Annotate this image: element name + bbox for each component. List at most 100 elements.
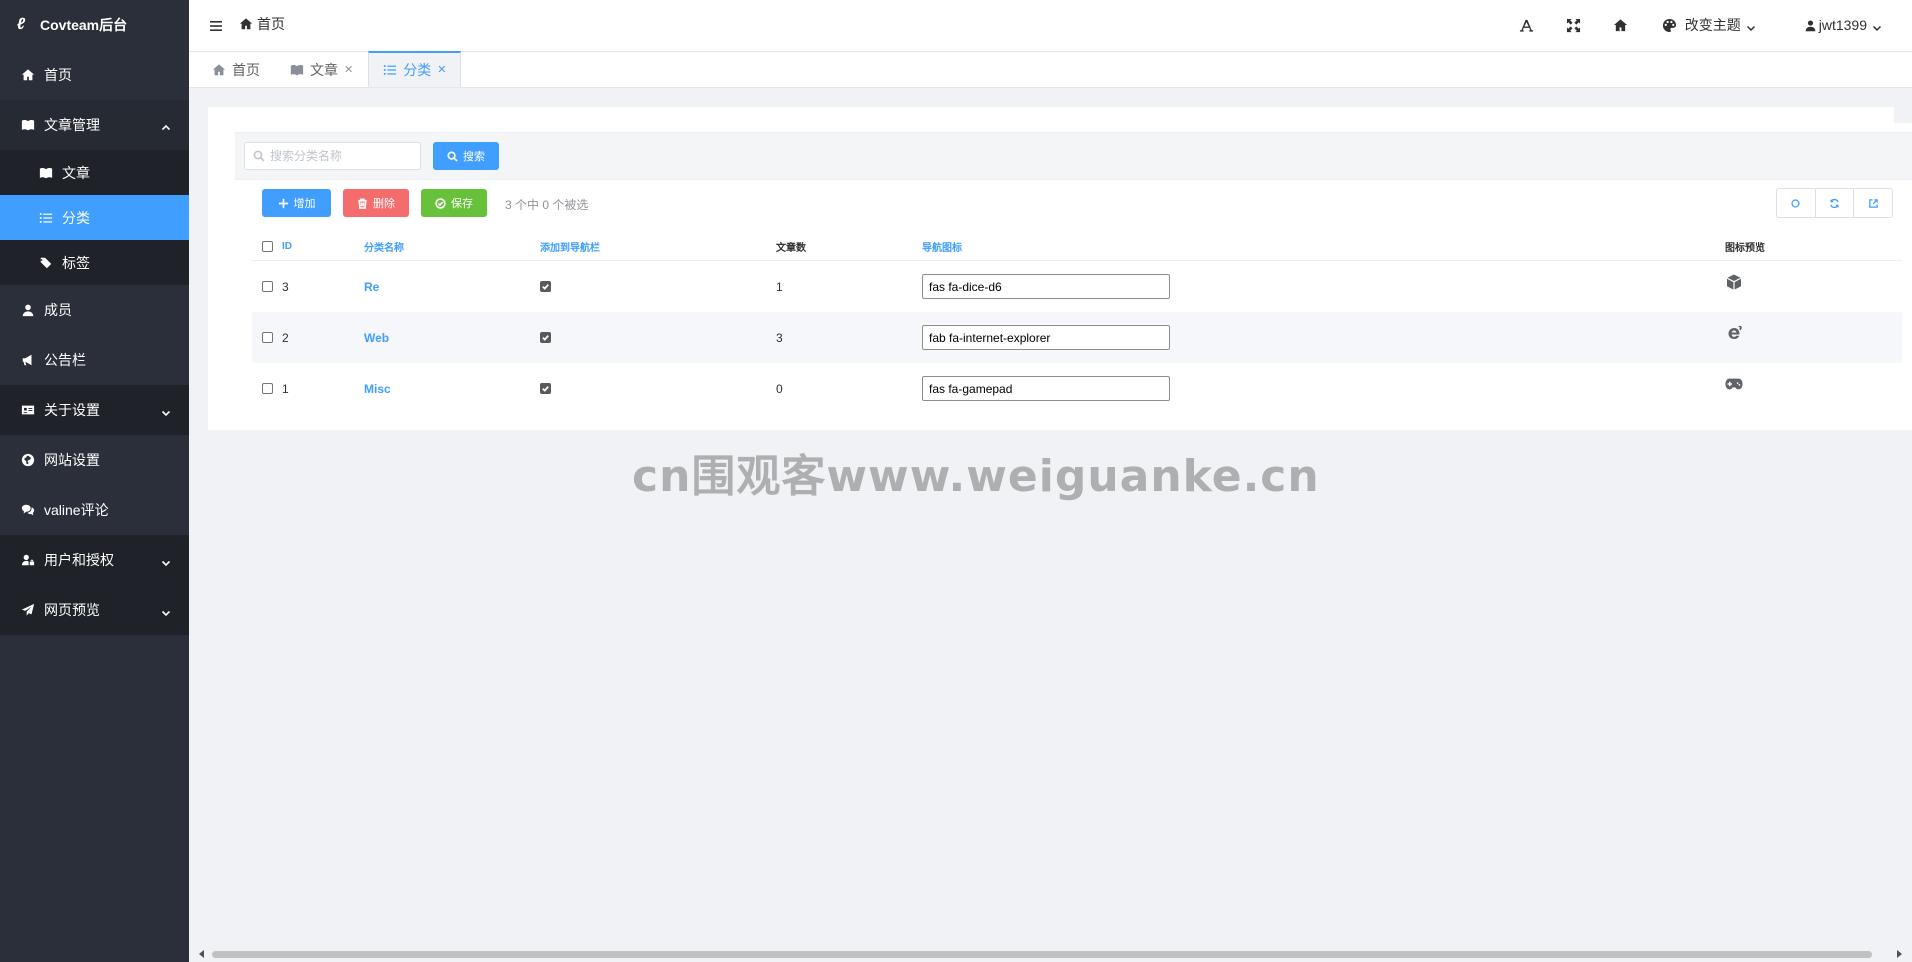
panel-edge	[1894, 107, 1912, 123]
breadcrumb-home: 首页	[257, 15, 285, 32]
delete-button-label: 删除	[373, 198, 395, 210]
column-id[interactable]: ID	[282, 241, 364, 252]
username: jwt1399	[1818, 17, 1867, 33]
toggle-search-button[interactable]	[1777, 189, 1816, 217]
sidebar-item-valine-comments[interactable]: valine评论	[0, 485, 189, 535]
add-to-nav-checkbox[interactable]	[540, 382, 551, 394]
nav-icon-input[interactable]	[922, 376, 1170, 401]
row-article-count: 3	[776, 330, 783, 345]
add-button[interactable]: 增加	[262, 189, 331, 217]
row-checkbox[interactable]	[262, 332, 273, 343]
chevron-down-icon	[161, 405, 171, 417]
row-name-link[interactable]: Misc	[364, 382, 391, 396]
row-id: 1	[282, 381, 289, 396]
save-button[interactable]: 保存	[421, 189, 487, 217]
app-logo[interactable]: ℓ Covteam后台	[0, 0, 189, 50]
sidebar-item-web-preview[interactable]: 网页预览	[0, 585, 189, 635]
search-icon	[1791, 198, 1800, 208]
refresh-button[interactable]	[1816, 189, 1855, 217]
sidebar-item-label: 网页预览	[44, 602, 100, 618]
plus-icon	[278, 198, 288, 208]
theme-label: 改变主题	[1684, 17, 1741, 33]
row-checkbox[interactable]	[262, 383, 273, 394]
select-all-checkbox[interactable]	[262, 241, 273, 252]
gamepad-icon	[1725, 375, 1743, 393]
export-button[interactable]	[1854, 189, 1892, 217]
header-tools: 改变主题 jwt1399	[1503, 0, 1912, 50]
covteam-logo-icon: ℓ	[16, 16, 26, 33]
delete-button[interactable]: 删除	[343, 189, 409, 217]
sidebar-item-label: 标签	[62, 254, 90, 271]
sidebar-item-members[interactable]: 成员	[0, 285, 189, 335]
chevron-down-icon	[161, 605, 171, 617]
close-icon[interactable]: ✕	[437, 63, 446, 76]
tab-categories[interactable]: 分类 ✕	[368, 51, 462, 87]
sidebar-item-categories[interactable]: 分类	[0, 195, 189, 240]
user-dropdown[interactable]: jwt1399	[1804, 17, 1882, 33]
search-icon	[253, 150, 265, 162]
search-button[interactable]: 搜索	[433, 142, 499, 170]
sidebar: ℓ Covteam后台 首页 文章管理 文章 分类 标签 成员 公告栏 关于设置…	[0, 0, 189, 962]
chevron-down-icon	[1746, 20, 1756, 32]
tab-label: 文章	[310, 61, 338, 78]
nav-icon-input[interactable]	[922, 325, 1170, 350]
sidebar-item-label: 首页	[44, 67, 72, 83]
font-size-button[interactable]	[1503, 18, 1550, 33]
add-button-label: 增加	[293, 198, 316, 210]
refresh-icon	[1830, 198, 1839, 208]
sidebar-item-articles[interactable]: 文章	[0, 150, 189, 195]
book-icon	[20, 117, 36, 133]
row-article-count: 0	[776, 381, 783, 396]
sidebar-item-home[interactable]: 首页	[0, 50, 189, 100]
tags-icon	[38, 255, 54, 271]
sidebar-item-users-and-auth[interactable]: 用户和授权	[0, 535, 189, 585]
home-icon	[1613, 18, 1627, 31]
hamburger-menu-icon[interactable]	[209, 19, 223, 33]
dice-icon	[1725, 273, 1743, 291]
app-title: Covteam后台	[40, 17, 128, 33]
column-nav-icon[interactable]: 导航图标	[922, 239, 1725, 254]
row-name-link[interactable]: Re	[364, 280, 379, 294]
column-icon-preview: 图标预览	[1725, 243, 1765, 254]
nav-icon-input[interactable]	[922, 274, 1170, 299]
sidebar-item-label: 公告栏	[44, 352, 86, 368]
theme-dropdown[interactable]: 改变主题	[1662, 15, 1756, 35]
sidebar-item-tags[interactable]: 标签	[0, 240, 189, 285]
chevron-down-icon	[161, 555, 171, 567]
home-button[interactable]	[1597, 18, 1644, 33]
chevron-down-icon	[1872, 20, 1882, 32]
tab-articles[interactable]: 文章 ✕	[275, 51, 368, 87]
add-to-nav-checkbox[interactable]	[540, 280, 551, 292]
row-checkbox[interactable]	[262, 281, 273, 292]
chevron-up-icon	[161, 120, 171, 131]
table-header: ID 分类名称 添加到导航栏 文章数 导航图标 图标预览	[252, 233, 1902, 261]
close-icon[interactable]: ✕	[344, 63, 353, 76]
sidebar-item-site-settings[interactable]: 网站设置	[0, 435, 189, 485]
sidebar-item-about-settings[interactable]: 关于设置	[0, 385, 189, 435]
trash-icon	[358, 198, 367, 209]
font-icon	[1519, 19, 1533, 32]
row-id: 3	[282, 279, 289, 294]
column-add-to-nav[interactable]: 添加到导航栏	[540, 239, 776, 254]
tab-home[interactable]: 首页	[197, 51, 275, 87]
search-field[interactable]	[270, 149, 410, 163]
tabs-bar: 首页 文章 ✕ 分类 ✕	[189, 51, 1912, 88]
scrollbar-thumb[interactable]	[212, 951, 1872, 958]
scroll-right-arrow[interactable]	[1897, 950, 1902, 958]
column-article-count: 文章数	[776, 243, 806, 254]
row-id: 2	[282, 330, 289, 345]
horizontal-scrollbar[interactable]	[196, 948, 1904, 960]
table-tools	[1776, 188, 1893, 218]
row-name-link[interactable]: Web	[364, 331, 389, 345]
sidebar-item-article-management[interactable]: 文章管理	[0, 100, 189, 150]
breadcrumb[interactable]: 首页	[239, 14, 285, 34]
sidebar-item-label: 文章管理	[44, 117, 100, 133]
scroll-left-arrow[interactable]	[199, 950, 204, 958]
sidebar-item-bulletin[interactable]: 公告栏	[0, 335, 189, 385]
add-to-nav-checkbox[interactable]	[540, 331, 551, 343]
search-input[interactable]	[244, 142, 421, 170]
expand-icon	[1566, 18, 1580, 32]
column-name[interactable]: 分类名称	[364, 239, 540, 254]
fullscreen-button[interactable]	[1550, 18, 1597, 33]
export-icon	[1868, 198, 1878, 208]
